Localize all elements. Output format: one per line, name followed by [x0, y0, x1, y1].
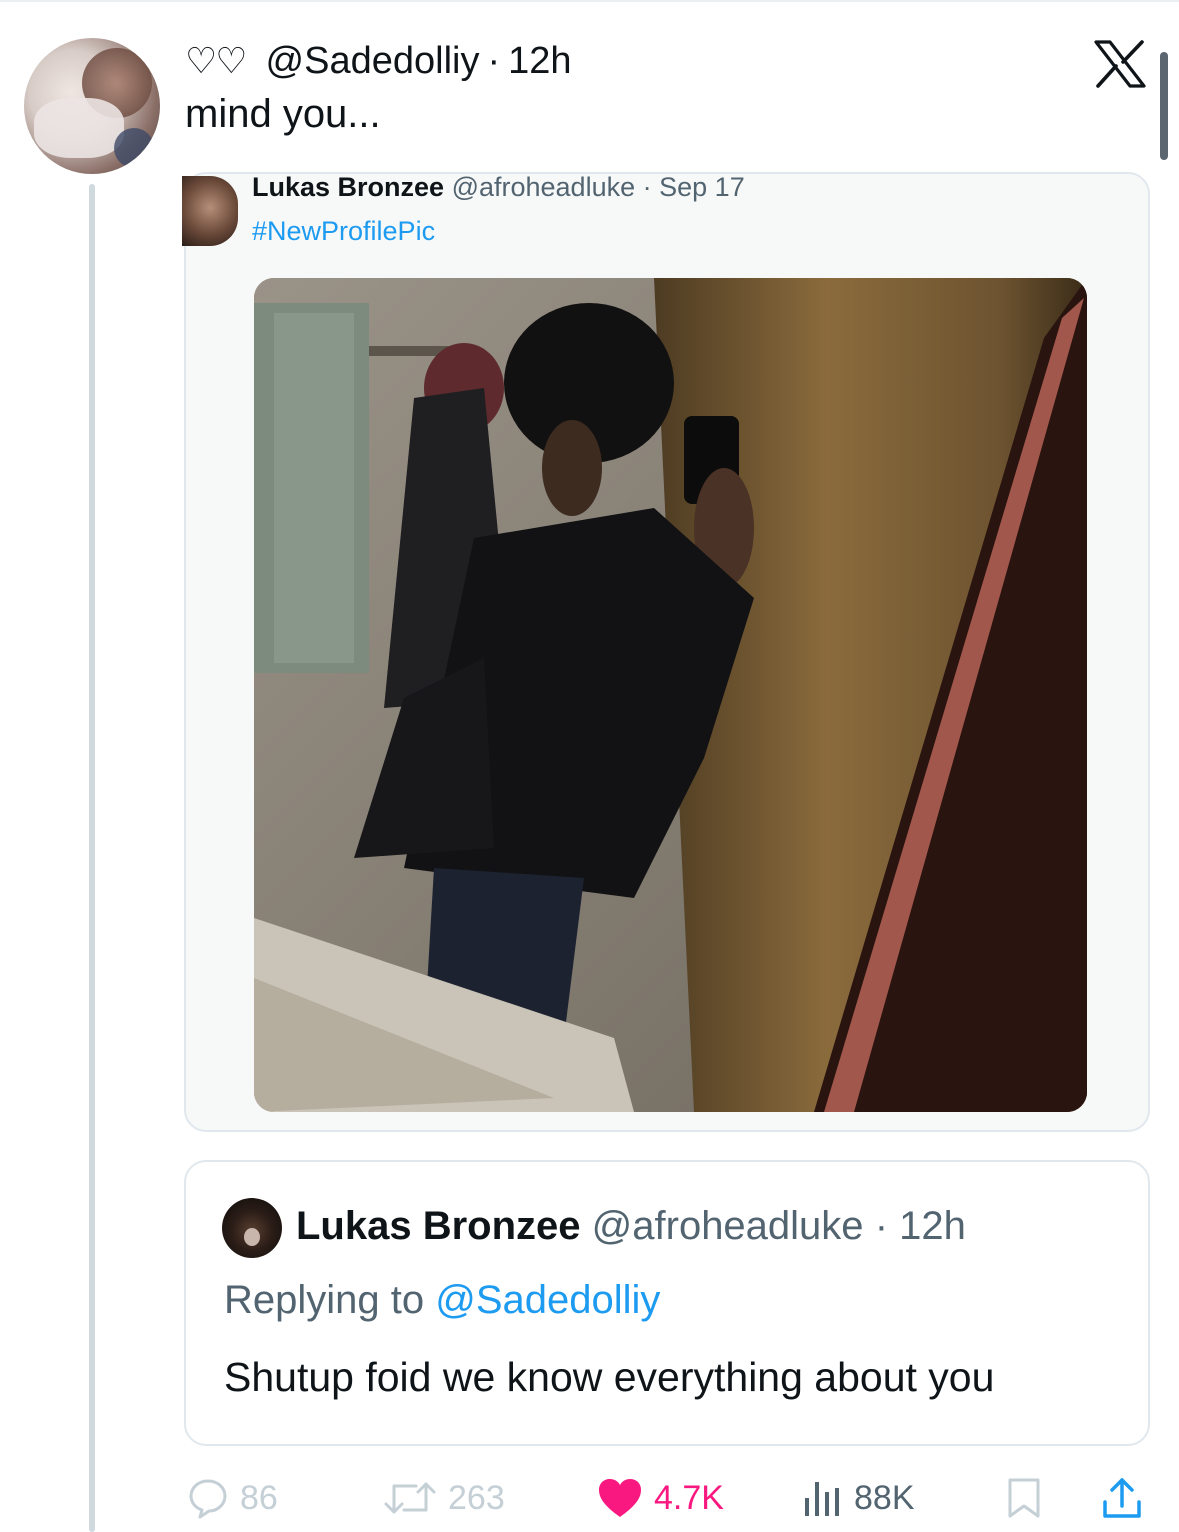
author-avatar[interactable]: [24, 38, 160, 174]
like-button[interactable]: 4.7K: [596, 1474, 724, 1522]
top-divider: [0, 0, 1179, 2]
reply-avatar[interactable]: [222, 1198, 282, 1258]
separator-dot: ·: [874, 1204, 889, 1248]
quoted-photo[interactable]: [254, 278, 1087, 1112]
reply-text: Shutup foid we know everything about you: [224, 1354, 995, 1400]
scrollbar[interactable]: [1160, 52, 1168, 160]
quoted-name[interactable]: Lukas Bronzee: [252, 172, 444, 202]
like-count: 4.7K: [654, 1478, 724, 1517]
share-icon: [1103, 1478, 1141, 1518]
display-name-hearts[interactable]: ♡♡: [185, 40, 248, 82]
heart-filled-icon: [599, 1479, 641, 1517]
retweet-icon: [384, 1482, 436, 1514]
separator-dot: ·: [487, 39, 501, 82]
retweet-button[interactable]: 263: [382, 1474, 505, 1522]
replying-to-line: Replying to @Sadedolliy: [224, 1278, 660, 1323]
views-bar-icon: [805, 1482, 839, 1516]
quoted-date[interactable]: Sep 17: [659, 172, 745, 202]
views-count: 88K: [854, 1478, 915, 1517]
thread-line: [89, 184, 95, 1532]
reply-count: 86: [240, 1478, 278, 1517]
views-button[interactable]: 88K: [800, 1474, 915, 1522]
bookmark-button[interactable]: [1002, 1474, 1046, 1522]
reply-time[interactable]: 12h: [899, 1204, 966, 1248]
replying-mention[interactable]: @Sadedolliy: [435, 1278, 660, 1322]
reply-handle[interactable]: @afroheadluke: [592, 1204, 864, 1248]
tweet-text: mind you...: [185, 92, 381, 136]
reply-name[interactable]: Lukas Bronzee: [296, 1204, 581, 1248]
replying-prefix: Replying to: [224, 1278, 425, 1322]
tweet-time[interactable]: 12h: [508, 40, 571, 83]
reply-header: Lukas Bronzee @afroheadluke · 12h: [296, 1204, 966, 1249]
quoted-avatar[interactable]: [182, 176, 238, 246]
quoted-handle[interactable]: @afroheadluke: [452, 172, 636, 202]
reply-bubble-icon: [189, 1479, 227, 1519]
tweet-header: ♡♡ @Sadedolliy · 12h: [185, 36, 572, 86]
quoted-hashtag[interactable]: #NewProfilePic: [252, 216, 435, 247]
reply-button[interactable]: 86: [186, 1474, 278, 1522]
retweet-count: 263: [448, 1478, 505, 1517]
share-button[interactable]: [1100, 1474, 1144, 1522]
quoted-header: Lukas Bronzee @afroheadluke · Sep 17: [252, 172, 745, 203]
separator-dot: ·: [642, 172, 652, 202]
author-handle[interactable]: @Sadedolliy: [266, 40, 480, 83]
x-logo-icon[interactable]: [1094, 40, 1146, 88]
bookmark-icon: [1008, 1478, 1040, 1518]
